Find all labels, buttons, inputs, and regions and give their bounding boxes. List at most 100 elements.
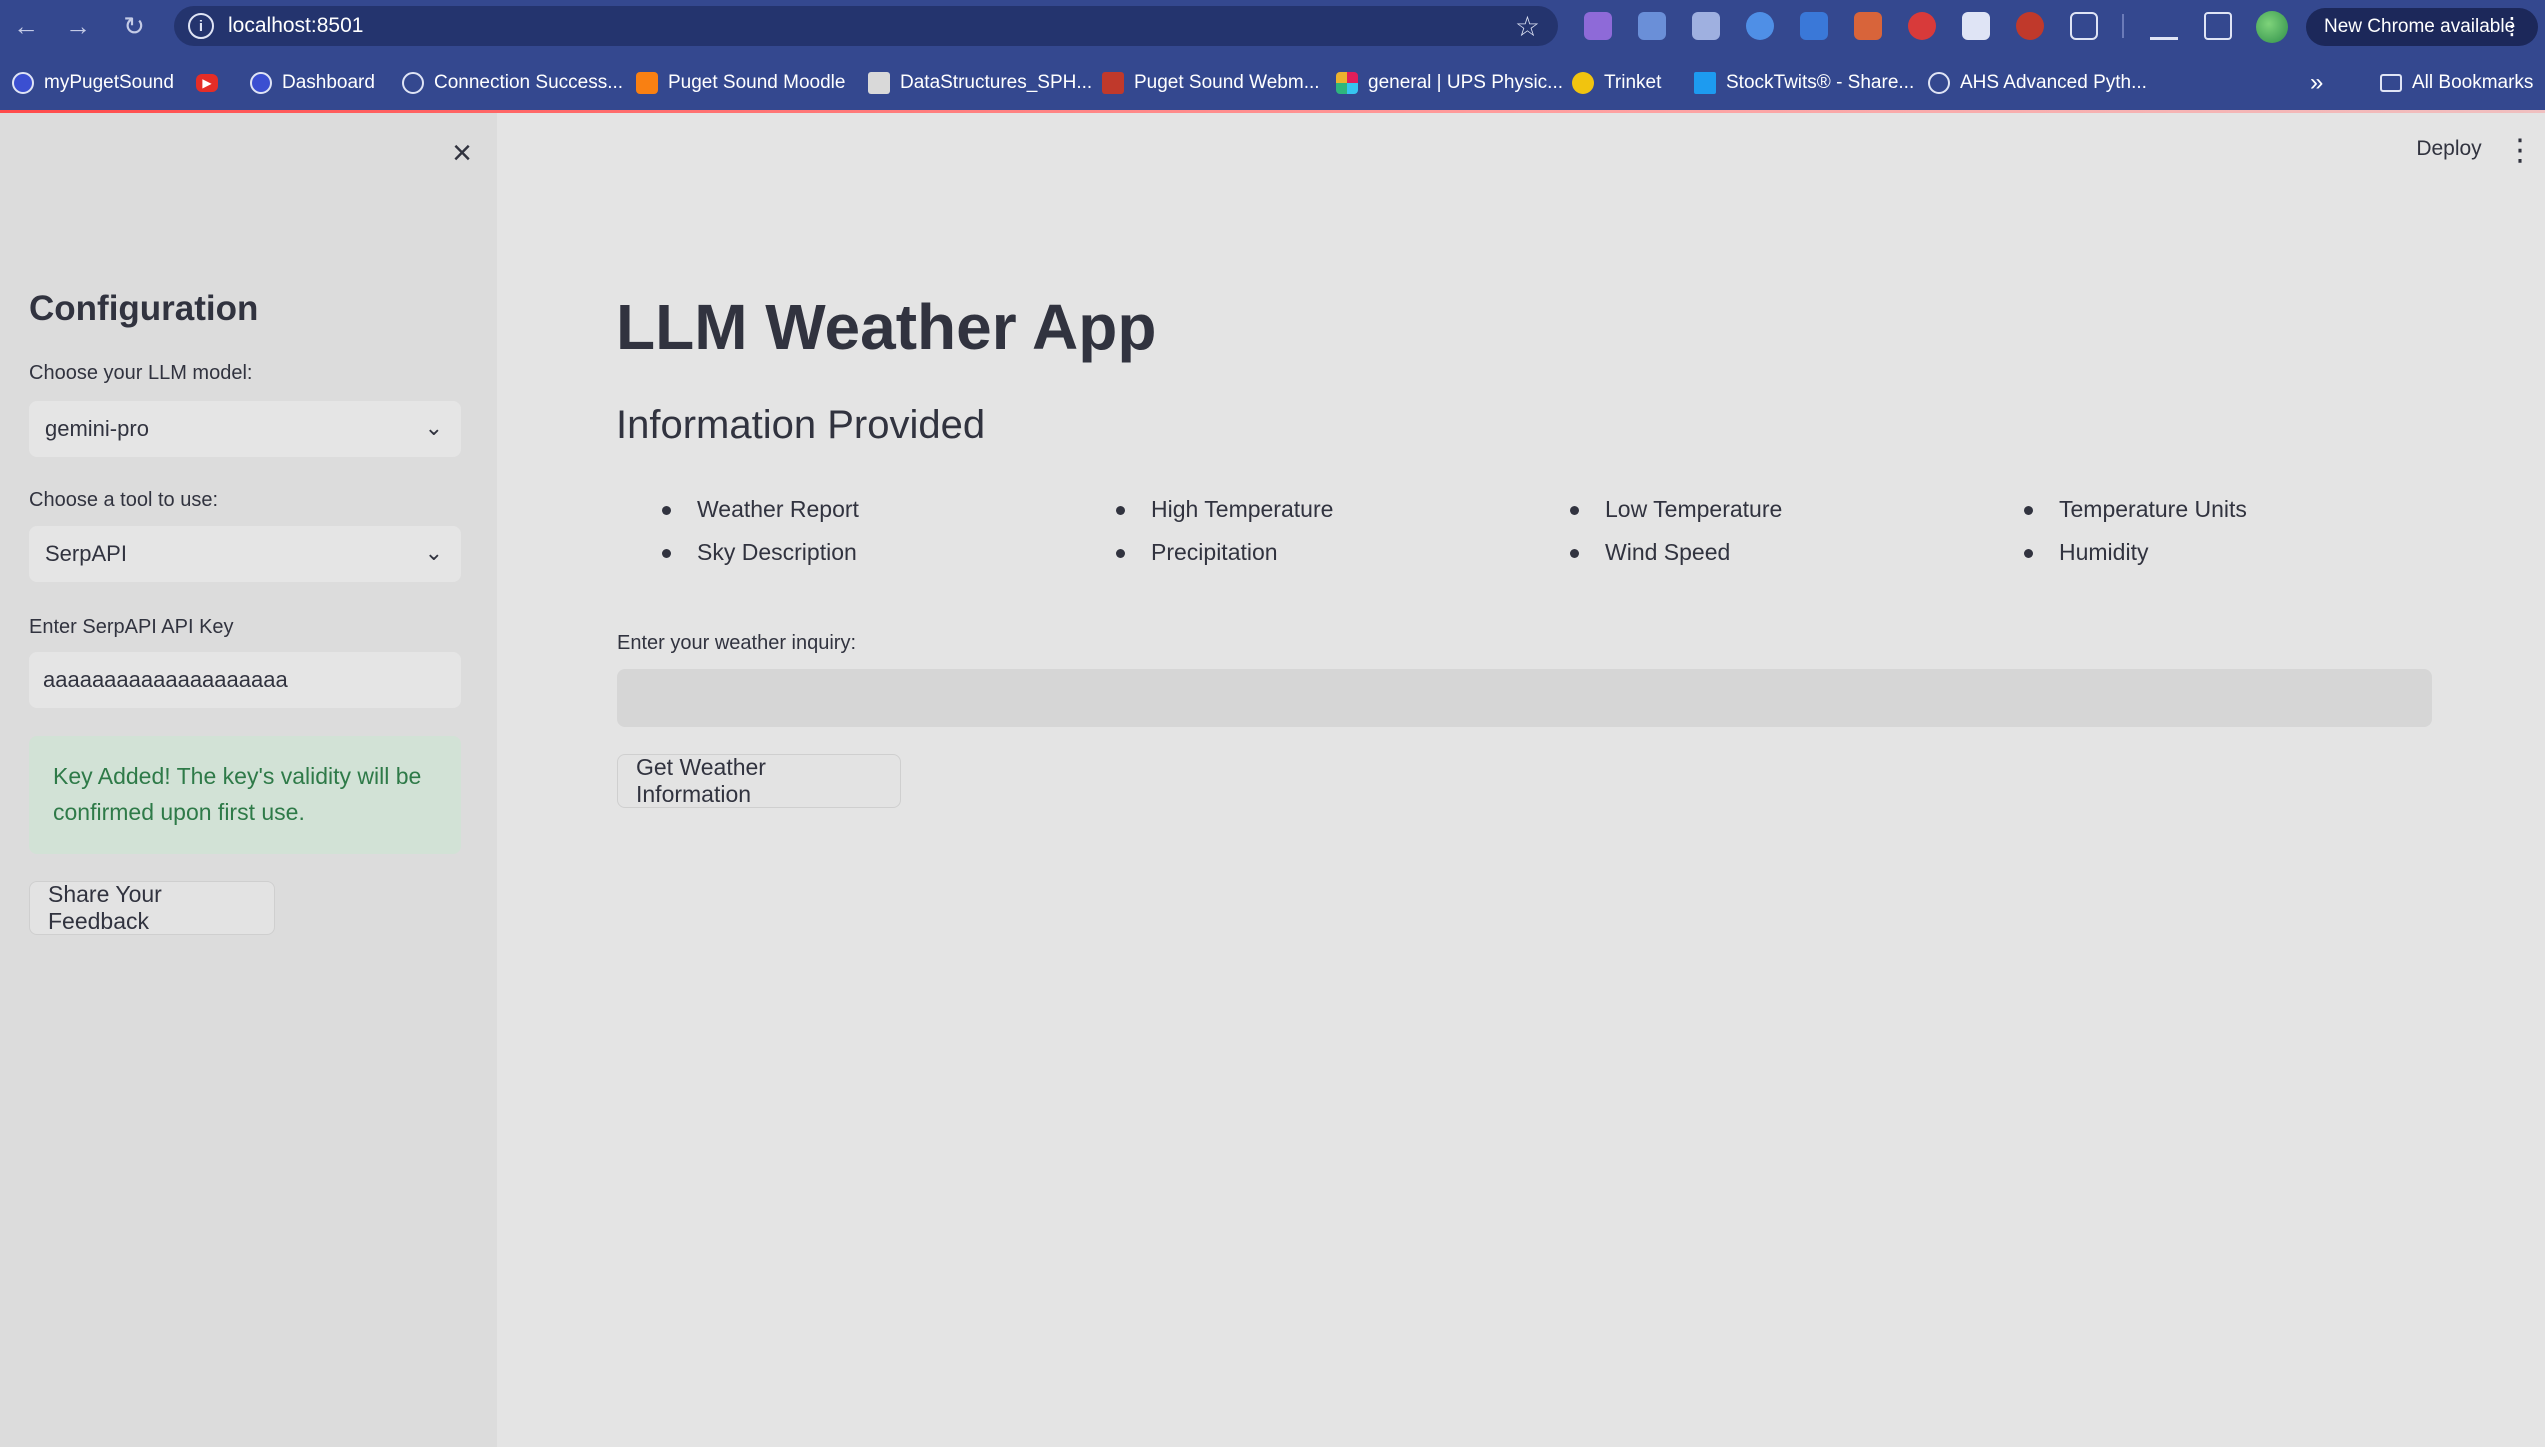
- bookmark-label: Puget Sound Webm...: [1134, 72, 1320, 93]
- trinket-icon: [1572, 72, 1594, 94]
- info-column: Weather Report Sky Description: [617, 488, 859, 574]
- section-title: Information Provided: [616, 403, 986, 447]
- bookmark-item[interactable]: Trinket: [1572, 68, 1661, 98]
- youtube-icon: ▶: [196, 74, 218, 92]
- info-item-label: Wind Speed: [1605, 539, 1731, 565]
- extension-icon[interactable]: [1800, 12, 1828, 40]
- model-label: Choose your LLM model:: [29, 362, 253, 384]
- puget-sound-icon: [12, 72, 34, 94]
- main-menu-icon[interactable]: ⋮: [2505, 128, 2535, 172]
- extension-icon[interactable]: [1962, 12, 1990, 40]
- bullet-icon: [1570, 506, 1579, 515]
- bullet-icon: [1116, 549, 1125, 558]
- chevron-down-icon: ⌄: [424, 415, 443, 440]
- tool-select[interactable]: SerpAPI ⌄: [29, 526, 461, 582]
- more-bookmarks-icon[interactable]: »: [2310, 68, 2323, 98]
- bookmark-item[interactable]: Puget Sound Moodle: [636, 68, 845, 98]
- get-weather-button[interactable]: Get Weather Information: [617, 754, 901, 808]
- bookmark-item[interactable]: general | UPS Physic...: [1336, 68, 1563, 98]
- model-select-value: gemini-pro: [45, 416, 149, 441]
- site-info-icon[interactable]: i: [188, 13, 214, 39]
- bullet-icon: [662, 506, 671, 515]
- profile-avatar[interactable]: [2256, 11, 2288, 43]
- extension-icon[interactable]: [1854, 12, 1882, 40]
- model-select[interactable]: gemini-pro ⌄: [29, 401, 461, 457]
- list-item: Precipitation: [1071, 531, 1333, 574]
- image-icon: [868, 72, 890, 94]
- list-item: Low Temperature: [1525, 488, 1782, 531]
- bookmark-item[interactable]: StockTwits® - Share...: [1694, 68, 1914, 98]
- list-item: Weather Report: [617, 488, 859, 531]
- api-key-label: Enter SerpAPI API Key: [29, 616, 234, 638]
- sidebar-title: Configuration: [29, 289, 259, 328]
- bookmark-item[interactable]: myPugetSound: [12, 68, 174, 98]
- api-key-input[interactable]: aaaaaaaaaaaaaaaaaaaa: [29, 652, 461, 708]
- deploy-button[interactable]: Deploy: [2404, 125, 2494, 173]
- media-control-icon[interactable]: [2150, 12, 2178, 40]
- bookmark-label: DataStructures_SPH...: [900, 72, 1093, 93]
- address-bar[interactable]: i localhost:8501 ☆: [174, 6, 1558, 46]
- extension-icon[interactable]: [1692, 12, 1720, 40]
- extension-icon[interactable]: [1638, 12, 1666, 40]
- extension-icon[interactable]: [1908, 12, 1936, 40]
- chrome-menu-icon[interactable]: ⋮: [2500, 12, 2524, 41]
- slack-icon: [1336, 72, 1358, 94]
- moodle-icon: [636, 72, 658, 94]
- close-icon[interactable]: ×: [444, 134, 480, 172]
- feedback-button[interactable]: Share Your Feedback: [29, 881, 275, 935]
- info-column: Low Temperature Wind Speed: [1525, 488, 1782, 574]
- bookmark-label: general | UPS Physic...: [1368, 72, 1564, 93]
- outlook-icon: [1102, 72, 1124, 94]
- all-bookmarks[interactable]: All Bookmarks: [2380, 68, 2533, 98]
- info-item-label: Low Temperature: [1605, 496, 1783, 522]
- list-item: Temperature Units: [1979, 488, 2247, 531]
- reload-icon[interactable]: ↻: [116, 8, 152, 44]
- info-column: High Temperature Precipitation: [1071, 488, 1333, 574]
- bookmark-item[interactable]: Connection Success...: [402, 68, 623, 98]
- tool-select-value: SerpAPI: [45, 541, 127, 566]
- list-item: Humidity: [1979, 531, 2247, 574]
- toolbar-divider: [2122, 14, 2124, 38]
- info-item-label: Precipitation: [1151, 539, 1278, 565]
- globe-icon: [402, 72, 424, 94]
- bookmark-label: myPugetSound: [44, 72, 174, 93]
- bookmark-item[interactable]: ▶: [196, 68, 228, 98]
- globe-icon: [1928, 72, 1950, 94]
- back-icon[interactable]: ←: [8, 8, 44, 44]
- bullet-icon: [1570, 549, 1579, 558]
- list-item: Sky Description: [617, 531, 859, 574]
- bookmark-label: Connection Success...: [434, 72, 624, 93]
- bookmark-label: StockTwits® - Share...: [1726, 72, 1915, 93]
- bullet-icon: [2024, 506, 2033, 515]
- side-panel-icon[interactable]: [2204, 12, 2232, 40]
- extension-icon[interactable]: [2016, 12, 2044, 40]
- inquiry-label: Enter your weather inquiry:: [617, 632, 857, 654]
- list-item: High Temperature: [1071, 488, 1333, 531]
- chrome-update-label: New Chrome available: [2324, 16, 2516, 37]
- extension-icon[interactable]: [1584, 12, 1612, 40]
- bullet-icon: [1116, 506, 1125, 515]
- bookmark-item[interactable]: AHS Advanced Pyth...: [1928, 68, 2147, 98]
- list-item: Wind Speed: [1525, 531, 1782, 574]
- bookmark-item[interactable]: DataStructures_SPH...: [868, 68, 1092, 98]
- info-item-label: Humidity: [2059, 539, 2149, 565]
- extension-icon[interactable]: [1746, 12, 1774, 40]
- info-item-label: Temperature Units: [2059, 496, 2247, 522]
- inquiry-input[interactable]: [617, 669, 2432, 727]
- bookmark-label: AHS Advanced Pyth...: [1960, 72, 2147, 93]
- info-column: Temperature Units Humidity: [1979, 488, 2247, 574]
- info-item-label: High Temperature: [1151, 496, 1334, 522]
- chrome-update-button[interactable]: New Chrome available ⋮: [2306, 8, 2538, 46]
- url-text[interactable]: localhost:8501: [228, 14, 363, 38]
- sidebar: × Configuration Choose your LLM model: g…: [0, 113, 497, 1447]
- bookmark-label: Dashboard: [282, 72, 375, 93]
- bullet-icon: [2024, 549, 2033, 558]
- bookmark-star-icon[interactable]: ☆: [1515, 10, 1540, 43]
- bookmark-item[interactable]: Puget Sound Webm...: [1102, 68, 1320, 98]
- bookmark-item[interactable]: Dashboard: [250, 68, 375, 98]
- success-alert: Key Added! The key's validity will be co…: [29, 736, 461, 854]
- forward-icon[interactable]: →: [60, 8, 96, 44]
- tool-label: Choose a tool to use:: [29, 489, 219, 511]
- bookmark-label: Trinket: [1604, 72, 1662, 93]
- extensions-puzzle-icon[interactable]: [2070, 12, 2098, 40]
